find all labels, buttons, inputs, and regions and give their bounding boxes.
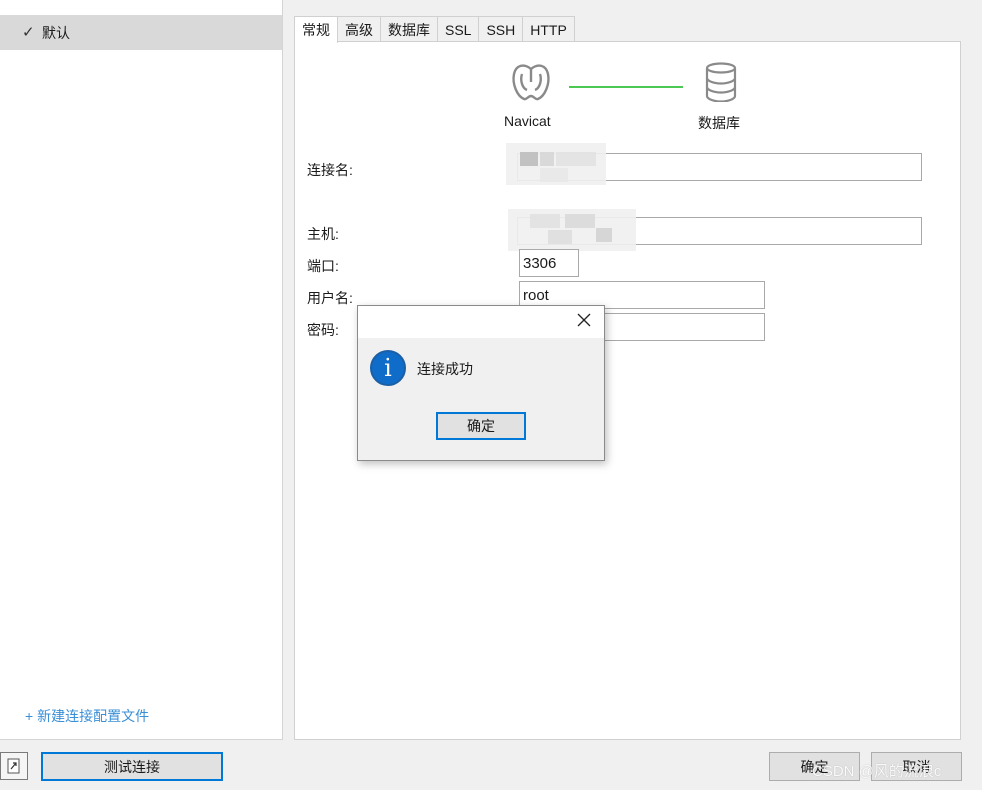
dialog-titlebar [358, 306, 604, 338]
connection-diagram: Navicat 数据库 [500, 60, 760, 135]
tab-http[interactable]: HTTP [522, 16, 575, 42]
tab-general[interactable]: 常规 [294, 16, 338, 43]
port-input[interactable]: 3306 [519, 249, 579, 277]
redaction-blur [548, 230, 572, 244]
server-label: 数据库 [698, 115, 740, 131]
profile-list-panel: ✓ 默认 + 新建连接配置文件 [0, 0, 283, 740]
connection-name-label: 连接名: [307, 162, 353, 178]
redaction-blur [520, 152, 538, 166]
redaction-blur [556, 152, 596, 166]
redaction-blur [540, 152, 554, 166]
redaction-blur [596, 228, 612, 242]
new-profile-link[interactable]: + 新建连接配置文件 [25, 706, 149, 726]
redaction-blur [565, 214, 595, 228]
profile-item-label: 默认 [42, 24, 70, 41]
test-connection-button[interactable]: 测试连接 [41, 752, 223, 781]
database-icon [705, 62, 737, 102]
message-dialog: i 连接成功 确定 [357, 305, 605, 461]
redaction-blur [530, 214, 560, 228]
profile-item-default[interactable]: ✓ 默认 [0, 15, 282, 50]
tab-database[interactable]: 数据库 [380, 16, 438, 42]
dialog-ok-button[interactable]: 确定 [436, 412, 526, 440]
connection-line [569, 86, 683, 88]
document-link-icon [7, 758, 20, 774]
tab-bar: 常规 高级 数据库 SSL SSH HTTP [294, 16, 575, 43]
username-label: 用户名: [307, 290, 353, 306]
port-label: 端口: [307, 258, 339, 274]
info-icon: i [370, 350, 406, 386]
watermark: CSDN @风的流浪c [812, 763, 942, 780]
test-log-button[interactable] [0, 752, 28, 780]
client-label: Navicat [504, 113, 551, 129]
tab-advanced[interactable]: 高级 [337, 16, 381, 42]
password-label: 密码: [307, 322, 339, 338]
close-icon[interactable] [576, 312, 592, 328]
tab-ssl[interactable]: SSL [437, 16, 480, 42]
redaction-blur [540, 168, 568, 182]
checkmark-icon: ✓ [22, 24, 35, 41]
tab-ssh[interactable]: SSH [478, 16, 524, 42]
dialog-message: 连接成功 [417, 361, 473, 377]
navicat-logo-icon [512, 64, 550, 101]
host-label: 主机: [307, 226, 339, 242]
